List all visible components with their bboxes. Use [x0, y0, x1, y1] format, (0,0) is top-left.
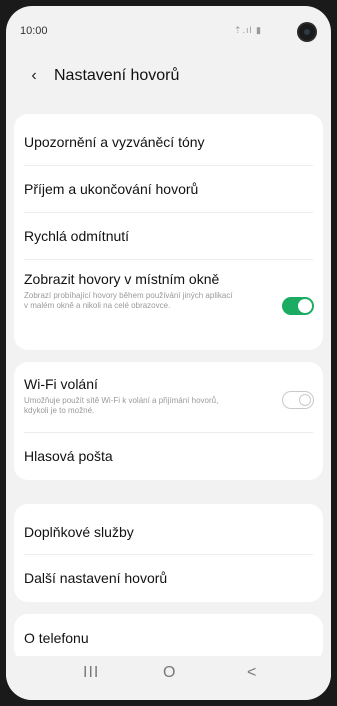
setting-about-phone[interactable]: O telefonu	[24, 630, 313, 646]
settings-card-extra: Doplňkové služby Další nastavení hovorů	[14, 504, 323, 602]
setting-label: Wi-Fi volání	[24, 376, 98, 392]
setting-supplementary-services[interactable]: Doplňkové služby	[24, 524, 313, 540]
setting-label: Další nastavení hovorů	[24, 570, 168, 586]
back-arrow-icon[interactable]: ‹	[22, 64, 46, 88]
wifi-calling-toggle[interactable]	[282, 391, 314, 409]
toggle-knob	[299, 394, 311, 406]
popup-calls-toggle[interactable]	[282, 297, 314, 315]
setting-popup-calls[interactable]: Zobrazit hovory v místním okně Zobrazí p…	[24, 271, 313, 311]
setting-label: Zobrazit hovory v místním okně	[24, 271, 220, 287]
divider	[24, 165, 313, 166]
toggle-knob	[298, 299, 312, 313]
setting-description: Zobrazí probíhající hovory během používá…	[24, 291, 233, 310]
setting-label: Hlasová pošta	[24, 448, 113, 464]
setting-label: Rychlá odmítnutí	[24, 228, 130, 244]
settings-card-calls: Upozornění a vyzváněcí tóny Příjem a uko…	[14, 114, 323, 350]
status-icons: ⇡.ıl ▮	[234, 25, 262, 35]
setting-wifi-calling[interactable]: Wi-Fi volání Umožňuje použít sítě Wi-Fi …	[24, 376, 313, 416]
phone-screen: 10:00 ⇡.ıl ▮ ‹ Nastavení hovorů Upozorně…	[6, 6, 331, 700]
setting-description: Umožňuje použít sítě Wi-Fi k volání a př…	[24, 396, 219, 415]
back-icon[interactable]: <	[247, 664, 256, 682]
setting-label: Doplňkové služby	[24, 524, 134, 540]
settings-card-wifi: Wi-Fi volání Umožňuje použít sítě Wi-Fi …	[14, 362, 323, 480]
divider	[24, 259, 313, 260]
status-bar: 10:00 ⇡.ıl ▮	[6, 6, 331, 42]
app-bar: ‹ Nastavení hovorů	[6, 58, 331, 94]
setting-label: Upozornění a vyzváněcí tóny	[24, 134, 205, 150]
setting-quick-decline[interactable]: Rychlá odmítnutí	[24, 228, 313, 244]
divider	[24, 554, 313, 555]
camera-punch-hole	[299, 24, 315, 40]
setting-voicemail[interactable]: Hlasová pošta	[24, 448, 313, 464]
recents-icon[interactable]: III	[83, 664, 99, 682]
divider	[24, 432, 313, 433]
navigation-bar: III O <	[6, 656, 331, 700]
status-time: 10:00	[20, 25, 48, 37]
page-title: Nastavení hovorů	[54, 67, 180, 84]
home-icon[interactable]: O	[163, 664, 175, 682]
setting-label: O telefonu	[24, 630, 89, 646]
settings-card-about: O telefonu	[14, 614, 323, 662]
divider	[24, 212, 313, 213]
setting-ringtones[interactable]: Upozornění a vyzváněcí tóny	[24, 134, 313, 150]
setting-answer-end-calls[interactable]: Příjem a ukončování hovorů	[24, 181, 313, 197]
setting-more-call-settings[interactable]: Další nastavení hovorů	[24, 570, 313, 586]
setting-label: Příjem a ukončování hovorů	[24, 181, 199, 197]
